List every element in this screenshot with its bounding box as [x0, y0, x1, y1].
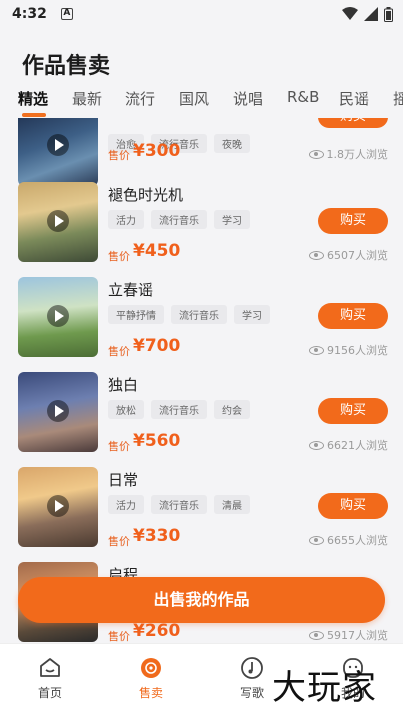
eye-icon	[309, 630, 324, 640]
price: ¥450	[133, 241, 181, 261]
play-icon[interactable]	[47, 495, 69, 517]
cover-image[interactable]	[18, 118, 98, 186]
buy-button[interactable]: 购买	[318, 208, 388, 234]
list-item[interactable]: 独白 放松 流行音乐 约会 购买 售价 ¥560 6621人浏览	[18, 372, 388, 456]
status-bar: 4:32 A	[0, 0, 403, 28]
tab-folk[interactable]: 民谣	[339, 88, 369, 109]
list-item[interactable]: 褪色时光机 活力 流行音乐 学习 购买 售价 ¥450 6507人浏览	[18, 182, 388, 266]
view-count: 9156人浏览	[309, 342, 388, 358]
list-item[interactable]: 治愈 流行音乐 夜晚 购买 售价 ¥300 1.8万人浏览	[18, 118, 388, 190]
cover-image[interactable]	[18, 182, 98, 262]
cover-image[interactable]	[18, 467, 98, 547]
tag: 活力	[108, 495, 144, 514]
song-title: 日常	[108, 471, 139, 489]
tag: 流行音乐	[151, 400, 207, 419]
list-item[interactable]: 日常 活力 流行音乐 清晨 购买 售价 ¥330 6655人浏览	[18, 467, 388, 551]
tag: 学习	[234, 305, 270, 324]
nav-label: 首页	[37, 686, 62, 700]
price-label: 售价	[108, 250, 130, 263]
song-title: 独白	[108, 376, 139, 394]
battery-icon	[384, 6, 393, 22]
view-count: 6621人浏览	[309, 437, 388, 453]
view-count: 6655人浏览	[309, 532, 388, 548]
song-title: 立春谣	[108, 281, 154, 299]
tab-rnb[interactable]: R&B	[287, 88, 319, 106]
notification-a-icon: A	[60, 8, 73, 20]
tag: 流行音乐	[151, 210, 207, 229]
price: ¥300	[133, 141, 181, 161]
play-icon[interactable]	[47, 305, 69, 327]
price: ¥700	[133, 336, 181, 356]
tag: 约会	[214, 400, 250, 419]
tag: 平静抒情	[108, 305, 164, 324]
category-tabs: 精选 最新 流行 国风 说唱 R&B 民谣 摇	[0, 88, 403, 116]
view-count: 1.8万人浏览	[308, 146, 388, 162]
tab-indicator	[22, 113, 46, 117]
song-title: 褪色时光机	[108, 186, 184, 204]
works-list[interactable]: 治愈 流行音乐 夜晚 购买 售价 ¥300 1.8万人浏览 褪色时光机 活力 流…	[0, 118, 403, 643]
nav-label: 写歌	[239, 686, 264, 700]
tab-rap[interactable]: 说唱	[233, 88, 263, 109]
tag: 活力	[108, 210, 144, 229]
tab-guofeng[interactable]: 国风	[179, 88, 209, 109]
cover-image[interactable]	[18, 277, 98, 357]
wifi-icon	[342, 7, 358, 20]
tab-featured[interactable]: 精选	[18, 88, 48, 109]
tag: 清晨	[214, 495, 250, 514]
buy-button[interactable]: 购买	[318, 303, 388, 329]
tag: 流行音乐	[171, 305, 227, 324]
price-label: 售价	[108, 535, 130, 548]
buy-button[interactable]: 购买	[318, 493, 388, 519]
price-label: 售价	[108, 630, 130, 643]
price: ¥260	[133, 621, 181, 641]
tag-list: 活力 流行音乐 清晨	[108, 495, 250, 514]
tab-rock[interactable]: 摇	[393, 88, 403, 109]
eye-icon	[308, 149, 324, 159]
music-note-icon	[241, 657, 263, 679]
nav-item-home[interactable]: 首页	[20, 656, 80, 701]
buy-button[interactable]: 购买	[318, 118, 388, 128]
play-icon[interactable]	[47, 210, 69, 232]
cover-image[interactable]	[18, 372, 98, 452]
tab-pop[interactable]: 流行	[125, 88, 155, 109]
nav-label: 售卖	[138, 686, 163, 700]
tab-latest[interactable]: 最新	[72, 88, 102, 109]
play-icon[interactable]	[47, 400, 69, 422]
eye-icon	[309, 250, 324, 260]
status-time: 4:32	[12, 6, 47, 22]
view-count: 6507人浏览	[309, 247, 388, 263]
buy-button[interactable]: 购买	[318, 398, 388, 424]
tag: 学习	[214, 210, 250, 229]
eye-icon	[309, 440, 324, 450]
eye-icon	[309, 345, 324, 355]
nav-item-sell[interactable]: 售卖	[121, 656, 181, 701]
play-icon[interactable]	[47, 134, 69, 156]
page-title: 作品售卖	[22, 54, 111, 79]
tag: 流行音乐	[151, 495, 207, 514]
tag-list: 平静抒情 流行音乐 学习	[108, 305, 270, 324]
tag-list: 放松 流行音乐 约会	[108, 400, 250, 419]
tag: 夜晚	[214, 134, 250, 153]
price: ¥330	[133, 526, 181, 546]
vinyl-icon	[141, 658, 161, 678]
price-label: 售价	[108, 149, 130, 162]
tag-list: 活力 流行音乐 学习	[108, 210, 250, 229]
home-icon	[40, 658, 60, 677]
price-label: 售价	[108, 345, 130, 358]
sell-my-work-button[interactable]: 出售我的作品	[18, 577, 385, 623]
eye-icon	[309, 535, 324, 545]
list-item[interactable]: 立春谣 平静抒情 流行音乐 学习 购买 售价 ¥700 9156人浏览	[18, 277, 388, 361]
watermark-logo: 大玩家	[272, 668, 377, 708]
price: ¥560	[133, 431, 181, 451]
signal-icon	[364, 7, 378, 21]
price-label: 售价	[108, 440, 130, 453]
tag: 放松	[108, 400, 144, 419]
view-count: 5917人浏览	[309, 627, 388, 643]
